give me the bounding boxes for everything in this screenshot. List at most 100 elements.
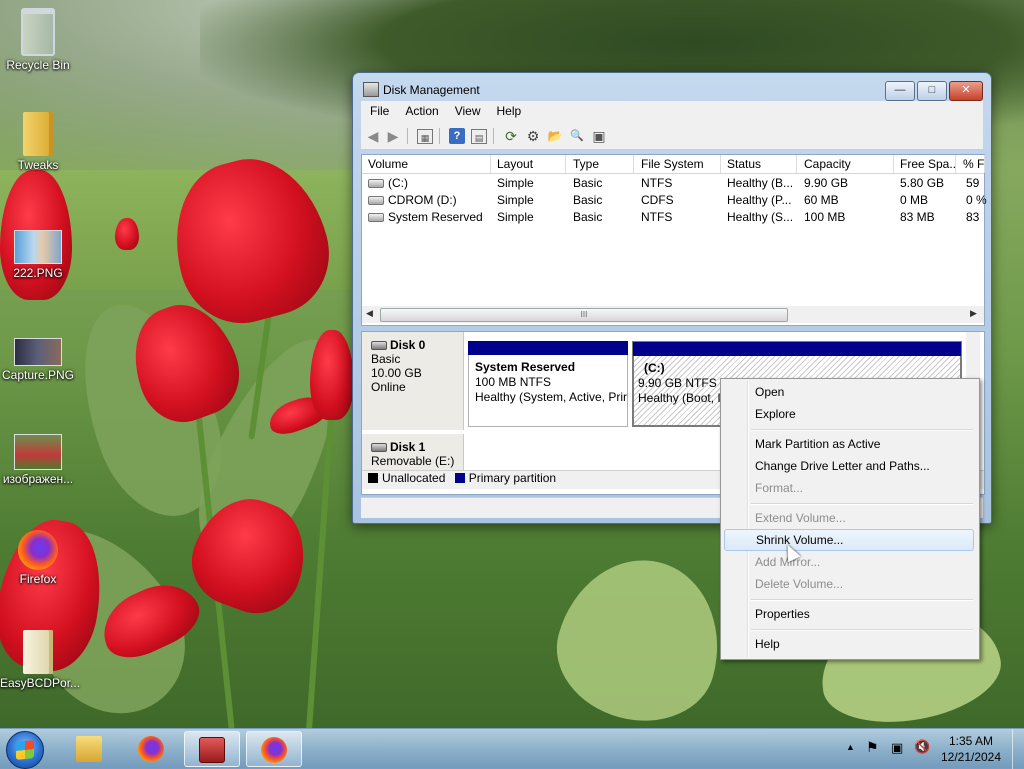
menu-item-properties[interactable]: Properties — [724, 603, 974, 625]
image-thumbnail-icon — [14, 434, 62, 470]
volume-fs: CDFS — [641, 193, 674, 207]
desktop-icon-label: Tweaks — [17, 158, 59, 172]
volume-free: 5.80 GB — [900, 176, 945, 190]
col-volume[interactable]: Volume — [362, 155, 491, 173]
system-clock[interactable]: 1:35 AM 12/21/2024 — [936, 733, 1006, 765]
volume-percent-free: 83 — [966, 210, 980, 224]
rescan-icon[interactable]: ⚙ — [525, 128, 541, 144]
volume-type: Basic — [573, 176, 603, 190]
desktop-icon-label: Recycle Bin — [6, 58, 70, 72]
volume-capacity: 100 MB — [804, 210, 846, 224]
menu-item-mark-active[interactable]: Mark Partition as Active — [724, 433, 974, 455]
col-free-space[interactable]: Free Spa... — [894, 155, 956, 173]
close-button[interactable]: ✕ — [949, 81, 983, 101]
show-hidden-icons-chevron-icon[interactable]: ▲ — [846, 742, 855, 752]
desktop-icon-recycle-bin[interactable]: Recycle Bin — [0, 8, 76, 72]
menu-separator — [751, 599, 973, 601]
menu-item-explore[interactable]: Explore — [724, 403, 974, 425]
primary-partition-bar — [633, 342, 961, 356]
volume-type: Basic — [573, 193, 603, 207]
volume-layout: Simple — [497, 193, 534, 207]
context-menu: Open Explore Mark Partition as Active Ch… — [720, 378, 980, 660]
desktop-icon-label: Firefox — [19, 572, 57, 586]
desktop-icon-firefox[interactable]: Firefox — [0, 530, 76, 586]
taskbar-firefox-window[interactable] — [246, 731, 302, 767]
disk-icon — [371, 443, 387, 453]
disk1-label[interactable]: Disk 1 Removable (E:) — [362, 434, 464, 474]
open-icon[interactable]: 📂 — [547, 128, 563, 144]
search-icon[interactable]: 🔍 — [569, 128, 585, 144]
desktop-icon-easybcd[interactable]: EasyBCDPor... — [0, 630, 80, 690]
help-icon[interactable]: ? — [449, 128, 465, 144]
toolbar-separator — [407, 128, 408, 144]
desktop-icon-222-png[interactable]: 222.PNG — [0, 230, 76, 280]
settings-icon[interactable]: ▣ — [591, 128, 607, 144]
desktop-icon-label: Capture.PNG — [1, 368, 75, 382]
console-tree-icon[interactable]: ▦ — [417, 129, 433, 144]
wallpaper-tulip — [310, 330, 354, 420]
menu-separator — [751, 629, 973, 631]
firefox-icon — [18, 530, 58, 570]
start-button[interactable] — [6, 731, 44, 769]
disk0-size: 10.00 GB — [371, 366, 422, 380]
hard-drive-icon — [368, 213, 384, 223]
menu-item-add-mirror[interactable]: Add Mirror... — [724, 551, 974, 573]
menu-item-format[interactable]: Format... — [724, 477, 974, 499]
network-icon[interactable]: ▣ — [891, 740, 903, 756]
menu-item-delete-volume[interactable]: Delete Volume... — [724, 573, 974, 595]
disk0-label[interactable]: Disk 0 Basic 10.00 GB Online — [362, 332, 464, 430]
volume-muted-icon[interactable]: 🔇 — [914, 739, 930, 755]
forward-icon[interactable]: ▶ — [385, 128, 401, 144]
maximize-button[interactable]: □ — [917, 81, 947, 101]
menu-action[interactable]: Action — [396, 101, 445, 118]
table-row[interactable]: System Reserved Simple Basic NTFS Health… — [362, 209, 984, 226]
folder-icon — [76, 736, 102, 762]
volume-list[interactable]: Volume Layout Type File System Status Ca… — [361, 154, 987, 326]
image-thumbnail-icon — [14, 230, 62, 264]
action-center-flag-icon[interactable]: ⚑ — [866, 739, 879, 756]
volume-status: Healthy (S... — [727, 210, 794, 224]
menu-separator — [751, 429, 973, 431]
menu-file[interactable]: File — [361, 101, 396, 118]
volume-name: (C:) — [388, 176, 408, 190]
volume-free: 83 MB — [900, 210, 935, 224]
desktop-icon-capture-png[interactable]: Capture.PNG — [0, 338, 76, 382]
partition-size-fs: 9.90 GB NTFS — [638, 376, 717, 390]
col-capacity[interactable]: Capacity — [798, 155, 894, 173]
menu-item-extend-volume[interactable]: Extend Volume... — [724, 507, 974, 529]
horizontal-scrollbar[interactable]: ◀ III ▶ — [362, 306, 984, 323]
volume-fs: NTFS — [641, 176, 673, 190]
col-type[interactable]: Type — [567, 155, 634, 173]
menu-help[interactable]: Help — [488, 101, 529, 118]
primary-partition-bar — [468, 341, 628, 355]
desktop-icon-tweaks[interactable]: Tweaks — [0, 112, 76, 172]
scrollbar-thumb[interactable]: III — [380, 308, 788, 322]
refresh-icon[interactable]: ⟳ — [503, 128, 519, 144]
partition-system-reserved[interactable]: System Reserved 100 MB NTFS Healthy (Sys… — [468, 341, 628, 427]
table-row[interactable]: CDROM (D:) Simple Basic CDFS Healthy (P.… — [362, 192, 987, 209]
col-layout[interactable]: Layout — [491, 155, 566, 173]
menu-view[interactable]: View — [446, 101, 488, 118]
unallocated-swatch — [368, 473, 378, 483]
menu-item-help[interactable]: Help — [724, 633, 974, 655]
desktop-icon-image[interactable]: изображен... — [0, 434, 76, 486]
vertical-scrollbar[interactable] — [966, 332, 980, 380]
col-file-system[interactable]: File System — [635, 155, 721, 173]
taskbar-explorer[interactable] — [62, 731, 118, 767]
scroll-right-arrow[interactable]: ▶ — [970, 308, 977, 319]
minimize-button[interactable]: — — [885, 81, 915, 101]
col-status[interactable]: Status — [721, 155, 797, 173]
back-icon[interactable]: ◀ — [365, 128, 381, 144]
col-percent-free[interactable]: % F — [957, 155, 985, 173]
properties-list-icon[interactable]: ▤ — [471, 129, 487, 144]
menu-item-change-drive-letter[interactable]: Change Drive Letter and Paths... — [724, 455, 974, 477]
volume-free: 0 MB — [900, 193, 929, 207]
menu-item-open[interactable]: Open — [724, 381, 974, 403]
taskbar-disk-management[interactable] — [184, 731, 240, 767]
clock-date: 12/21/2024 — [940, 750, 1002, 764]
show-desktop-button[interactable] — [1012, 729, 1024, 769]
menu-item-shrink-volume[interactable]: Shrink Volume... — [724, 529, 974, 551]
table-row[interactable]: (C:) Simple Basic NTFS Healthy (B... 9.9… — [362, 175, 984, 192]
taskbar-firefox[interactable] — [124, 731, 180, 767]
scroll-left-arrow[interactable]: ◀ — [366, 308, 373, 319]
